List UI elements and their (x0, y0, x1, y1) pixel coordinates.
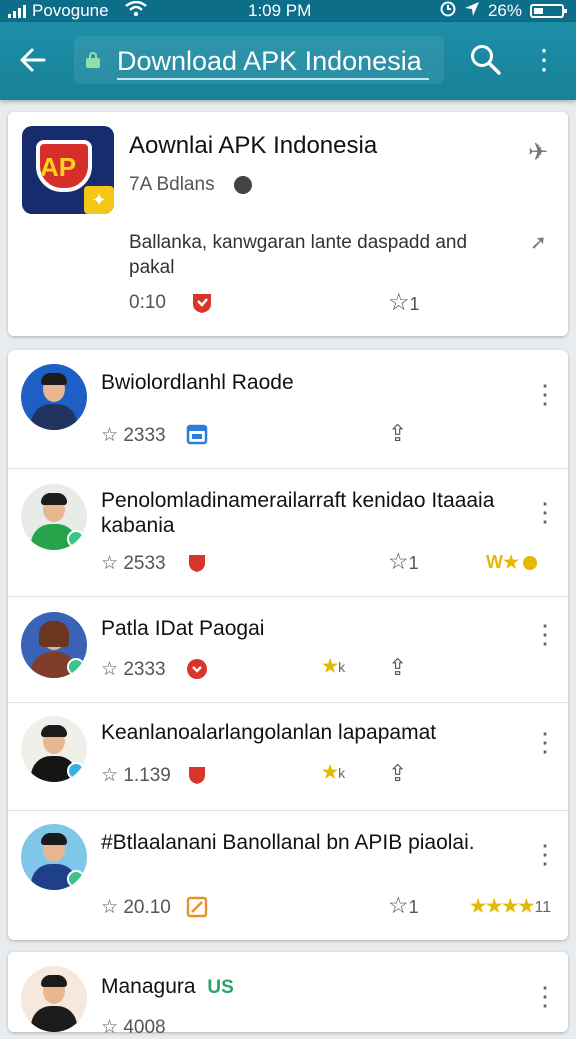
avatar (21, 824, 87, 890)
more-options-icon[interactable]: ⋮ (532, 381, 558, 407)
star-button[interactable]: ☆1 (388, 288, 420, 317)
app-list-card: Bwiolordlanhl Raode ☆ 2333 ⇪ ⋮ Penolomla… (8, 350, 568, 940)
more-options-icon[interactable]: ⋮ (532, 729, 558, 755)
list-item[interactable]: Penolomladinamerailarraft kenidao Itaaai… (8, 468, 568, 597)
red-badge-icon (186, 658, 208, 680)
app-logo: AP ✦ (22, 126, 114, 214)
share-icon[interactable]: ⇪ (388, 420, 407, 447)
back-arrow-icon[interactable] (18, 40, 54, 80)
list-item[interactable]: Managura US ☆ 4008 ⋮ (8, 952, 568, 1038)
red-badge-icon (186, 552, 208, 574)
verified-icon (67, 658, 85, 676)
list-item[interactable]: Keanlanoalarlangolanlan lapapamat ☆ 1.13… (8, 702, 568, 811)
more-options-icon[interactable]: ⋮ (532, 983, 558, 1009)
alarm-icon (440, 1, 456, 22)
logo-mark: AP (40, 152, 77, 182)
item-rating: ☆ 2333 (101, 425, 166, 446)
verified-icon (67, 530, 85, 548)
signal-icon (8, 4, 26, 18)
star-button[interactable]: ☆1 (388, 892, 419, 919)
edit-icon (186, 896, 208, 918)
item-title[interactable]: #Btlaalanani Banollanal bn APIB piaolai. (101, 830, 521, 855)
list-item[interactable]: Bwiolordlanhl Raode ☆ 2333 ⇪ ⋮ (8, 350, 568, 469)
star-count: 1 (409, 294, 420, 314)
more-options-icon[interactable]: ⋮ (532, 841, 558, 867)
item-title[interactable]: Penolomladinamerailarraft kenidao Itaaai… (101, 488, 521, 538)
item-title[interactable]: Managura US (101, 974, 521, 1000)
more-options-icon[interactable]: ⋮ (532, 499, 558, 525)
share-icon[interactable]: ⇪ (388, 654, 407, 681)
page-title[interactable]: Download APK Indonesia (117, 46, 422, 77)
item-rating: ☆ 1.139 (101, 765, 171, 786)
wifi-icon (124, 0, 147, 22)
featured-app-name[interactable]: Aownlai APK Indonesia (129, 132, 377, 160)
red-badge-icon (190, 292, 214, 314)
item-rating: ☆ 2533 (101, 553, 166, 574)
item-rating: ☆ 4008 (101, 1017, 166, 1038)
avatar (21, 364, 87, 430)
item-rating: ☆ 20.10 (101, 897, 171, 918)
item-title[interactable]: Bwiolordlanhl Raode (101, 370, 521, 395)
featured-app-description: Ballanka, kanwgaran lante daspadd and pa… (129, 232, 468, 278)
puzzle-icon: ✦ (84, 186, 114, 214)
location-icon (464, 1, 480, 22)
status-bar: Povogune 1:09 PM 26% (0, 0, 576, 22)
overflow-menu-icon[interactable]: ⋮ (530, 42, 558, 82)
item-title[interactable]: Keanlanoalarlangolanlan lapapamat (101, 720, 521, 745)
search-icon[interactable] (468, 42, 504, 78)
star-rating-icon: ★★★★11 (470, 896, 552, 916)
star-rating-icon: ★k (322, 656, 346, 676)
title-underline (117, 78, 429, 80)
pin-icon[interactable]: ✈ (528, 138, 548, 167)
featured-app-time: 0:10 (129, 292, 166, 313)
app-bar: Download APK Indonesia ⋮ (0, 22, 576, 100)
verified-icon (67, 870, 85, 888)
list-item[interactable]: #Btlaalanani Banollanal bn APIB piaolai.… (8, 810, 568, 940)
featured-app-card[interactable]: AP ✦ Aownlai APK Indonesia 7A Bdlans ✈ B… (8, 112, 568, 336)
share-icon[interactable]: ➚ (530, 230, 547, 255)
avatar (21, 966, 87, 1032)
more-options-icon[interactable]: ⋮ (532, 621, 558, 647)
star-button[interactable]: ☆1 (388, 548, 419, 575)
star-rating-icon: ★k (322, 762, 346, 782)
avatar (21, 484, 87, 550)
battery-icon (530, 4, 567, 18)
red-badge-icon (186, 764, 208, 786)
avatar (21, 612, 87, 678)
award-badge: W★ (486, 552, 538, 573)
list-item[interactable]: Patla IDat Paogai ☆ 2333 ★k ⇪ ⋮ (8, 596, 568, 703)
item-rating: ☆ 2333 (101, 659, 166, 680)
item-title[interactable]: Patla IDat Paogai (101, 616, 521, 641)
carrier-label: Povogune (32, 1, 109, 20)
battery-percent: 26% (487, 1, 522, 20)
avatar (21, 716, 87, 782)
clock: 1:09 PM (248, 1, 312, 20)
verified-icon (67, 762, 85, 780)
featured-app-subtitle: 7A Bdlans (129, 174, 215, 195)
region-tag: US (207, 977, 234, 998)
globe-icon (234, 176, 252, 194)
calendar-icon (186, 423, 208, 445)
lock-icon (86, 52, 100, 68)
share-icon[interactable]: ⇪ (388, 760, 407, 787)
